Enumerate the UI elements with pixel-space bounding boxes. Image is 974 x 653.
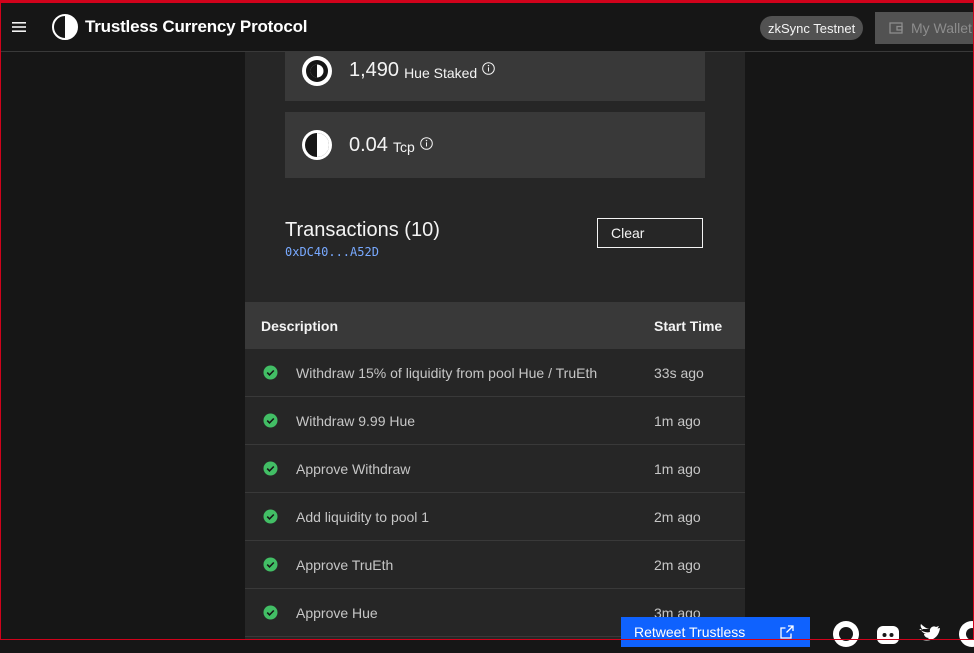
balance-tile-hue-staked: 1,490 Hue Staked: [285, 52, 705, 101]
column-header-description[interactable]: Description: [261, 318, 654, 334]
brand-link[interactable]: Trustless Currency Protocol: [52, 14, 307, 40]
menu-button[interactable]: [0, 3, 38, 51]
balance-value: 1,490: [349, 59, 400, 81]
clear-transactions-button[interactable]: Clear: [597, 218, 703, 248]
transaction-description: Add liquidity to pool 1: [296, 508, 430, 525]
transaction-description: Approve TruEth: [296, 556, 394, 573]
my-wallet-button[interactable]: My Wallet: [875, 12, 974, 44]
success-check-icon: [263, 557, 278, 572]
table-row: Withdraw 15% of liquidity from pool Hue …: [245, 349, 745, 397]
hamburger-icon: [12, 21, 26, 33]
success-check-icon: [263, 461, 278, 476]
column-header-start-time[interactable]: Start Time: [654, 318, 722, 334]
transaction-description: Approve Hue: [296, 604, 378, 621]
transaction-start-time: 2m ago: [654, 556, 701, 573]
hue-token-icon: [301, 55, 333, 87]
transaction-description: Withdraw 9.99 Hue: [296, 412, 416, 429]
success-check-icon: [263, 413, 278, 428]
github-icon[interactable]: [832, 620, 860, 648]
protocol-logo-icon: [52, 14, 78, 40]
balance-value: 0.04: [349, 133, 388, 156]
balance-tile-tcp: 0.04 Tcp: [285, 112, 705, 178]
table-row: Add liquidity to pool 1 2m ago: [245, 493, 745, 541]
tcp-token-icon: [301, 129, 333, 161]
balance-unit: Hue Staked: [404, 64, 478, 81]
social-icon-partial[interactable]: [958, 620, 974, 648]
wallet-address[interactable]: 0xDC40...A52D: [285, 245, 379, 259]
app-name: Trustless Currency Protocol: [85, 17, 308, 36]
transaction-start-time: 1m ago: [654, 412, 701, 429]
transaction-description: Approve Withdraw: [296, 460, 411, 477]
transactions-table: Description Start Time Withdraw 15% of l…: [245, 302, 745, 637]
my-wallet-label: My Wallet: [911, 20, 972, 36]
retweet-button[interactable]: Retweet Trustless: [621, 617, 810, 647]
transaction-start-time: 1m ago: [654, 460, 701, 477]
transactions-heading: Transactions (10): [285, 219, 440, 241]
top-nav: Trustless Currency Protocol zkSync Testn…: [0, 3, 974, 52]
discord-icon[interactable]: [874, 620, 902, 648]
success-check-icon: [263, 509, 278, 524]
balance-unit: Tcp: [392, 139, 415, 155]
transaction-start-time: 33s ago: [654, 364, 704, 381]
table-header: Description Start Time: [245, 302, 745, 349]
info-icon[interactable]: [419, 136, 433, 155]
success-check-icon: [263, 365, 278, 380]
network-badge[interactable]: zkSync Testnet: [760, 16, 864, 40]
twitter-icon[interactable]: [916, 620, 944, 648]
table-row: Withdraw 9.99 Hue 1m ago: [245, 397, 745, 445]
wallet-icon: [889, 22, 903, 34]
success-check-icon: [263, 605, 278, 620]
table-row: Approve Withdraw 1m ago: [245, 445, 745, 493]
main-column: 1,490 Hue Staked 0.04 Tcp Transactions (…: [245, 52, 745, 640]
transaction-start-time: 2m ago: [654, 508, 701, 525]
table-row: Approve TruEth 2m ago: [245, 541, 745, 589]
external-link-icon: [780, 625, 794, 639]
info-icon[interactable]: [482, 62, 496, 80]
retweet-label: Retweet Trustless: [634, 624, 746, 640]
transaction-description: Withdraw 15% of liquidity from pool Hue …: [296, 364, 598, 381]
